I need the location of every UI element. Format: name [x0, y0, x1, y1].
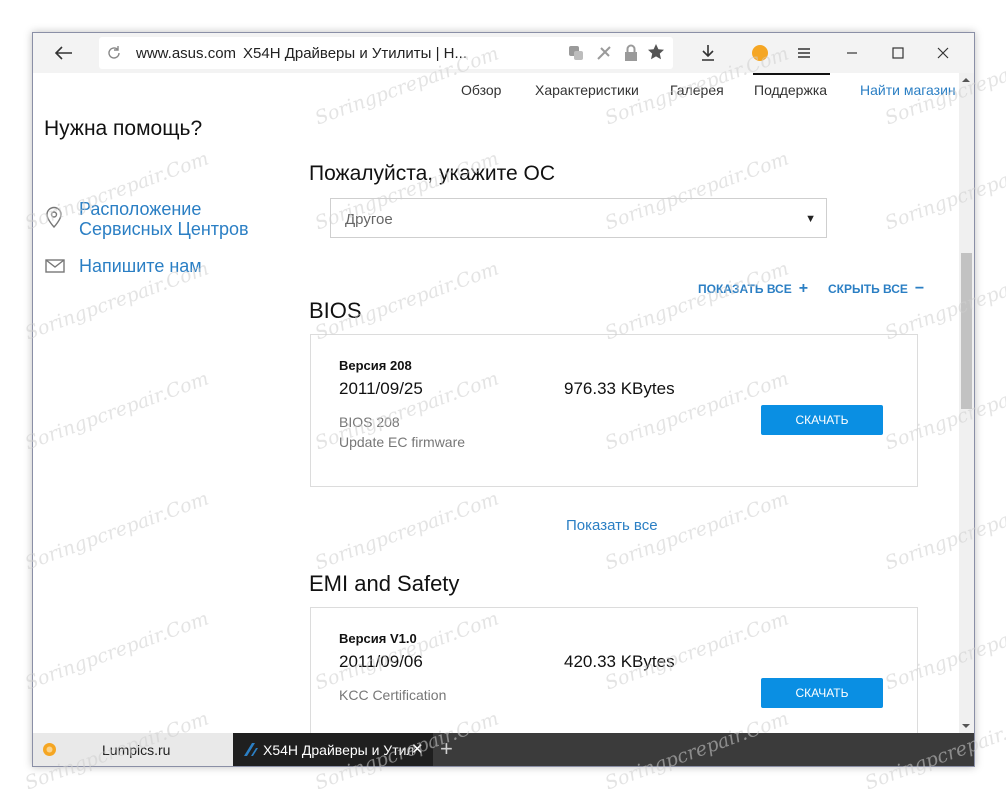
- nav-specs[interactable]: Характеристики: [535, 82, 639, 98]
- emi-card: Версия V1.0 2011/09/06 420.33 KBytes KCC…: [310, 607, 918, 733]
- tab-lumpics-label: Lumpics.ru: [102, 742, 171, 758]
- product-nav: Обзор Характеристики Галерея Поддержка Н…: [33, 73, 959, 108]
- bios-date: 2011/09/25: [339, 379, 423, 398]
- nav-active-indicator: [753, 73, 830, 75]
- reload-icon[interactable]: [105, 44, 123, 62]
- os-heading: Пожалуйста, укажите ОС: [309, 162, 555, 185]
- lock-icon[interactable]: [623, 44, 639, 62]
- translate-icon[interactable]: [567, 44, 585, 62]
- tab-bar: Lumpics.ru X54H Драйверы и Утилиты ✕ +: [33, 733, 974, 766]
- emi-size: 420.33 KBytes: [564, 652, 675, 671]
- downloads-button[interactable]: [694, 37, 722, 69]
- emi-section-title: EMI and Safety: [309, 571, 460, 596]
- tab-close-icon[interactable]: ✕: [411, 740, 424, 758]
- os-selected-value: Другое: [345, 211, 393, 228]
- show-all-button[interactable]: ПОКАЗАТЬ ВСЕ +: [698, 280, 808, 298]
- minimize-icon: [847, 52, 857, 54]
- write-us-link[interactable]: Напишите нам: [79, 256, 202, 276]
- tab-lumpics[interactable]: Lumpics.ru: [33, 733, 233, 766]
- tab-asus-label: X54H Драйверы и Утилиты: [263, 742, 413, 758]
- bios-size: 976.33 KBytes: [564, 379, 675, 398]
- browser-window: www.asus.com X54H Драйверы и Утилиты | Н…: [32, 32, 975, 767]
- bios-description: BIOS 208 Update EC firmware: [339, 412, 465, 452]
- minimize-button[interactable]: [837, 37, 867, 69]
- asus-favicon-icon: [244, 743, 258, 756]
- back-arrow-icon: [55, 46, 72, 60]
- lumpics-favicon-icon: [43, 743, 56, 756]
- vertical-scrollbar[interactable]: [959, 73, 974, 733]
- emi-description: KCC Certification: [339, 687, 447, 703]
- page-title-in-address: X54H Драйверы и Утилиты | Н...: [243, 45, 468, 62]
- browser-menu-button[interactable]: [789, 37, 819, 69]
- nav-support[interactable]: Поддержка: [754, 82, 827, 98]
- bios-download-button[interactable]: СКАЧАТЬ: [761, 405, 883, 435]
- nav-overview[interactable]: Обзор: [461, 82, 501, 98]
- extension-orange-icon: [752, 45, 768, 61]
- service-centers-line1: Расположение: [79, 199, 202, 219]
- minus-icon: −: [914, 280, 925, 297]
- extension-button[interactable]: [746, 37, 774, 69]
- scroll-down-arrow-icon[interactable]: [961, 721, 971, 731]
- service-centers-line2: Сервисных Центров: [79, 219, 249, 239]
- maximize-icon: [892, 47, 904, 59]
- bios-desc-line1: BIOS 208: [339, 414, 400, 430]
- nav-find-store[interactable]: Найти магазин: [860, 82, 956, 98]
- scroll-thumb[interactable]: [961, 253, 972, 409]
- download-icon: [702, 45, 714, 61]
- close-window-button[interactable]: [928, 37, 958, 69]
- os-select[interactable]: Другое ▼: [330, 198, 827, 238]
- bios-show-all-link[interactable]: Показать все: [566, 517, 658, 534]
- bios-card: Версия 208 2011/09/25 976.33 KBytes BIOS…: [310, 334, 918, 487]
- new-tab-plus-icon[interactable]: +: [440, 736, 453, 762]
- back-button[interactable]: [47, 37, 81, 69]
- bios-section-title: BIOS: [309, 298, 362, 323]
- emi-version: Версия V1.0: [339, 631, 417, 646]
- caret-down-icon: ▼: [805, 213, 816, 225]
- help-heading: Нужна помощь?: [44, 117, 203, 140]
- envelope-icon: [45, 259, 65, 273]
- nav-gallery[interactable]: Галерея: [670, 82, 724, 98]
- service-centers-link[interactable]: Расположение Сервисных Центров: [79, 199, 249, 239]
- hide-all-label: СКРЫТЬ ВСЕ: [828, 282, 908, 296]
- scroll-up-arrow-icon[interactable]: [961, 75, 971, 85]
- url-domain: www.asus.com: [136, 45, 237, 62]
- page-content: Обзор Характеристики Галерея Поддержка Н…: [33, 73, 959, 733]
- plus-icon: +: [798, 280, 809, 297]
- maximize-button[interactable]: [883, 37, 913, 69]
- address-bar[interactable]: www.asus.com X54H Драйверы и Утилиты | Н…: [99, 37, 673, 69]
- emi-date: 2011/09/06: [339, 652, 423, 671]
- browser-toolbar: www.asus.com X54H Драйверы и Утилиты | Н…: [33, 33, 974, 73]
- close-icon: [937, 47, 949, 59]
- bios-version: Версия 208: [339, 358, 412, 373]
- address-icons: [567, 43, 639, 63]
- bios-desc-line2: Update EC firmware: [339, 434, 466, 450]
- bookmark-star-icon[interactable]: [647, 43, 665, 61]
- protect-icon[interactable]: [596, 44, 612, 62]
- tab-asus[interactable]: X54H Драйверы и Утилиты ✕: [233, 733, 433, 766]
- location-pin-icon: [46, 206, 62, 228]
- show-all-label: ПОКАЗАТЬ ВСЕ: [698, 282, 792, 296]
- emi-download-button[interactable]: СКАЧАТЬ: [761, 678, 883, 708]
- hamburger-menu-icon: [798, 48, 810, 58]
- hide-all-button[interactable]: СКРЫТЬ ВСЕ −: [828, 280, 924, 298]
